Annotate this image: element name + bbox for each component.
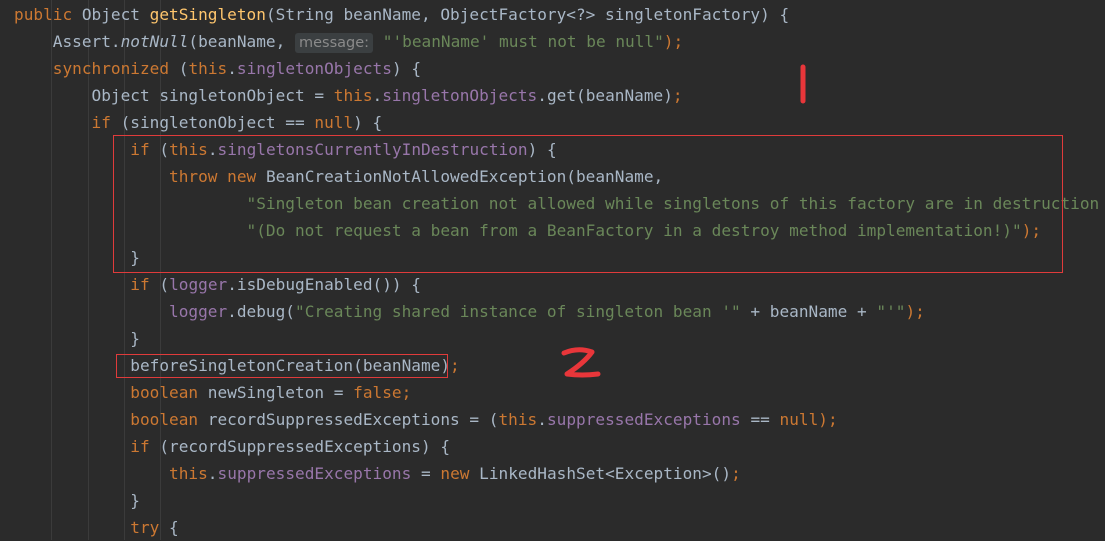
code-token: (recordSuppressedExceptions) { — [159, 437, 451, 456]
code-line[interactable]: public Object getSingleton(String beanNa… — [14, 1, 789, 28]
code-line[interactable]: if (logger.isDebugEnabled()) { — [14, 271, 421, 298]
code-token: boolean — [130, 410, 208, 429]
code-line[interactable]: Object singletonObject = this.singletonO… — [14, 82, 683, 109]
code-token: boolean — [130, 383, 208, 402]
code-token: if — [130, 437, 160, 456]
code-token: this — [169, 464, 208, 483]
code-line[interactable]: logger.debug("Creating shared instance o… — [14, 298, 925, 325]
code-token: Object singletonObject = — [14, 86, 334, 105]
code-token: this — [498, 410, 538, 429]
code-token: suppressedExceptions — [217, 464, 412, 483]
code-token: ; — [450, 356, 460, 375]
annotation-mark-2: 2 — [558, 345, 604, 381]
code-line[interactable]: if (recordSuppressedExceptions) { — [14, 433, 450, 460]
code-token: Assert. — [14, 32, 121, 51]
code-token: .get(beanName) — [537, 86, 673, 105]
code-token: ); — [663, 32, 684, 51]
code-token: logger — [169, 302, 228, 321]
code-token: (String beanName, ObjectFactory<?> singl… — [265, 5, 790, 24]
code-token: (singletonObject == — [120, 113, 315, 132]
code-token: this — [188, 59, 228, 78]
code-line[interactable]: } — [14, 325, 140, 352]
code-line[interactable]: this.suppressedExceptions = new LinkedHa… — [14, 460, 741, 487]
code-line[interactable]: try { — [14, 514, 179, 541]
code-token: if — [130, 275, 160, 294]
code-token: new — [440, 464, 480, 483]
code-token: notNull — [120, 32, 189, 51]
code-token: synchronized — [52, 59, 179, 78]
code-line[interactable]: boolean newSingleton = false; — [14, 379, 411, 406]
highlight-box-2 — [116, 354, 448, 378]
code-token: } — [14, 329, 140, 348]
code-token: newSingleton = — [207, 383, 354, 402]
code-token: "Creating shared instance of singleton b… — [295, 302, 741, 321]
code-line[interactable]: if (singletonObject == null) { — [14, 109, 383, 136]
code-token: ( — [159, 275, 170, 294]
code-token: == — [740, 410, 780, 429]
highlight-box-1 — [113, 135, 1063, 273]
code-line[interactable]: boolean recordSuppressedExceptions = (th… — [14, 406, 838, 433]
code-token: singletonObjects — [382, 86, 538, 105]
code-token: this — [333, 86, 373, 105]
code-token: recordSuppressedExceptions = ( — [207, 410, 499, 429]
code-token: "'beanName' must not be null" — [382, 32, 664, 51]
code-token: .debug( — [227, 302, 295, 321]
code-line[interactable]: Assert.notNull(beanName, message: "'bean… — [14, 28, 683, 55]
code-token: ); — [818, 410, 838, 429]
code-token: LinkedHashSet<Exception>() — [479, 464, 732, 483]
code-token: + beanName + — [740, 302, 877, 321]
code-token: ( — [178, 59, 189, 78]
code-token: public — [14, 5, 82, 24]
code-token: try — [130, 518, 170, 537]
code-token: } — [14, 491, 140, 510]
code-token: ; — [731, 464, 741, 483]
code-token: "'" — [876, 302, 906, 321]
code-token: ; — [672, 86, 683, 105]
code-editor[interactable]: public Object getSingleton(String beanNa… — [0, 0, 1105, 540]
code-token: .isDebugEnabled()) { — [227, 275, 421, 294]
code-token: . — [227, 59, 237, 78]
code-token: { — [169, 518, 179, 537]
code-token: getSingleton — [149, 5, 266, 24]
code-token: if — [91, 113, 121, 132]
code-token: . — [372, 86, 383, 105]
code-token: = — [411, 464, 441, 483]
code-token: . — [537, 410, 547, 429]
code-token: Object — [81, 5, 150, 24]
code-line[interactable]: } — [14, 487, 140, 514]
code-line[interactable]: synchronized (this.singletonObjects) { — [14, 55, 421, 82]
code-token: null — [779, 410, 819, 429]
code-token: false; — [353, 383, 412, 402]
code-token: suppressedExceptions — [546, 410, 741, 429]
code-token: (beanName, — [188, 32, 296, 51]
parameter-hint: message: — [295, 33, 374, 53]
code-token: ) { — [353, 113, 383, 132]
code-token: ); — [905, 302, 925, 321]
annotation-mark-1: 1 — [795, 64, 811, 104]
code-token: singletonObjects — [236, 59, 392, 78]
code-token: ) { — [391, 59, 422, 78]
code-token: logger — [169, 275, 228, 294]
code-token: . — [207, 464, 218, 483]
code-token: null — [314, 113, 354, 132]
